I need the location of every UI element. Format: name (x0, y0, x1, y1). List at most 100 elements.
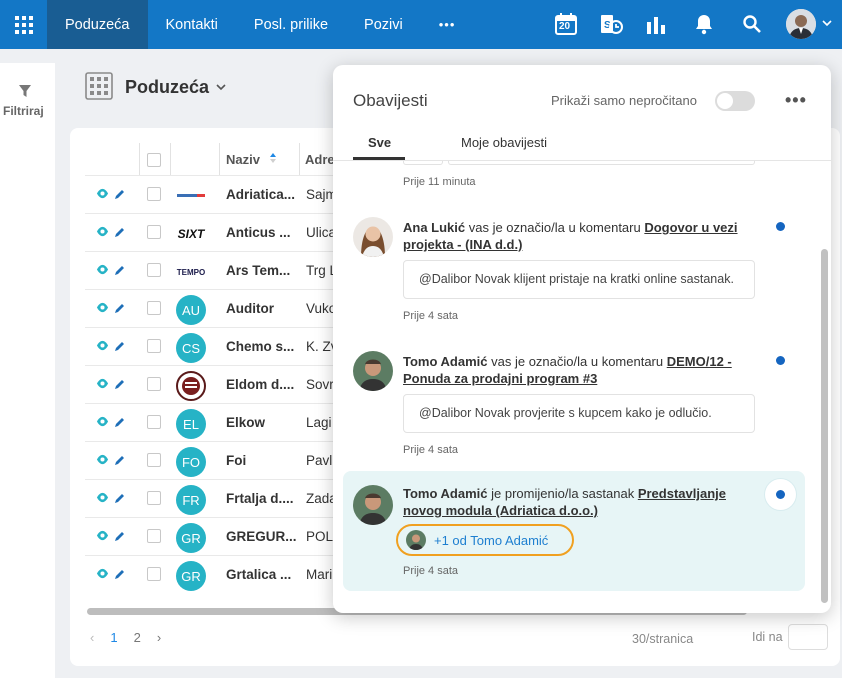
column-divider (139, 143, 140, 175)
tab-contacts[interactable]: Kontakti (148, 0, 236, 49)
tab-opportunities[interactable]: Posl. prilike (236, 0, 346, 49)
table-row[interactable]: FR Frtalja d.... Zada (85, 479, 350, 517)
company-name[interactable]: Anticus ... (226, 225, 291, 240)
table-row[interactable]: SIXT Anticus ... Ulica (85, 213, 350, 251)
view-eye-icon[interactable] (96, 225, 109, 241)
filter-icon[interactable] (18, 84, 32, 101)
notification-time: Prije 11 minuta (403, 176, 476, 188)
unread-indicator[interactable] (776, 356, 785, 365)
table-row[interactable]: GR Grtalica ... Mari (85, 555, 350, 593)
notifications-scrollbar[interactable] (820, 161, 829, 609)
company-name[interactable]: Adriatica... (226, 187, 295, 202)
view-eye-icon[interactable] (96, 377, 109, 393)
page-title[interactable]: Poduzeća (125, 77, 209, 98)
notifications-bell-icon[interactable] (691, 11, 717, 37)
view-eye-icon[interactable] (96, 187, 109, 203)
table-row[interactable]: AU Auditor Vuko (85, 289, 350, 327)
notification-item[interactable]: Tomo Adamić vas je označio/la u komentar… (343, 339, 805, 459)
row-checkbox[interactable] (147, 263, 161, 277)
view-eye-icon[interactable] (96, 301, 109, 317)
mark-read-button[interactable] (765, 479, 796, 510)
chevron-down-icon[interactable] (821, 16, 833, 32)
sort-icon[interactable] (269, 152, 277, 167)
apps-grid-icon[interactable] (0, 0, 47, 49)
company-name[interactable]: Auditor (226, 301, 274, 316)
table-row[interactable]: Eldom d.... Sovr (85, 365, 350, 403)
company-name[interactable]: Grtalica ... (226, 567, 291, 582)
view-eye-icon[interactable] (96, 339, 109, 355)
tab-all[interactable]: Sve (368, 135, 391, 150)
row-checkbox[interactable] (147, 339, 161, 353)
view-eye-icon[interactable] (96, 567, 109, 583)
company-name[interactable]: GREGUR... (226, 529, 297, 544)
company-name[interactable]: Foi (226, 453, 246, 468)
row-checkbox[interactable] (147, 491, 161, 505)
prev-page-button[interactable]: ‹ (90, 630, 94, 645)
row-checkbox[interactable] (147, 377, 161, 391)
column-header-address[interactable]: Adre (305, 143, 335, 175)
edit-pencil-icon[interactable] (114, 301, 126, 317)
calendar-icon[interactable]: 20 (553, 11, 579, 37)
next-page-button[interactable]: › (157, 630, 161, 645)
row-checkbox[interactable] (147, 529, 161, 543)
company-name[interactable]: Elkow (226, 415, 265, 430)
more-options-button[interactable]: ••• (785, 90, 807, 111)
view-eye-icon[interactable] (96, 491, 109, 507)
goto-page-input[interactable] (788, 624, 828, 650)
edit-pencil-icon[interactable] (114, 263, 126, 279)
view-eye-icon[interactable] (96, 453, 109, 469)
row-checkbox[interactable] (147, 415, 161, 429)
row-checkbox[interactable] (147, 301, 161, 315)
row-checkbox[interactable] (147, 187, 161, 201)
edit-pencil-icon[interactable] (114, 491, 126, 507)
column-header-name[interactable]: Naziv (226, 143, 277, 175)
tab-my-notifications[interactable]: Moje obavijesti (461, 135, 547, 150)
company-name[interactable]: Ars Tem... (226, 263, 290, 278)
search-icon[interactable] (739, 11, 765, 37)
page-size-select[interactable]: 30/stranica (632, 632, 693, 646)
company-name[interactable]: Frtalja d.... (226, 491, 294, 506)
view-eye-icon[interactable] (96, 529, 109, 545)
user-avatar[interactable] (786, 9, 816, 39)
chevron-down-icon[interactable] (215, 80, 227, 96)
select-all-checkbox[interactable] (147, 153, 161, 167)
notification-author: Tomo Adamić (403, 486, 488, 501)
page-1-button[interactable]: 1 (110, 630, 117, 645)
table-row[interactable]: Adriatica... Sajm (85, 175, 350, 213)
row-checkbox[interactable] (147, 567, 161, 581)
filter-label[interactable]: Filtriraj (3, 104, 44, 118)
tab-calls[interactable]: Pozivi (346, 0, 421, 49)
edit-pencil-icon[interactable] (114, 453, 126, 469)
table-row[interactable]: GR GREGUR... POL (85, 517, 350, 555)
scrollbar-thumb[interactable] (821, 249, 828, 603)
view-eye-icon[interactable] (96, 263, 109, 279)
notification-item[interactable]: Tomo Adamić je promijenio/la sastanak Pr… (343, 471, 805, 591)
table-row[interactable]: FO Foi Pavl (85, 441, 350, 479)
row-checkbox[interactable] (147, 453, 161, 467)
company-name[interactable]: Chemo s... (226, 339, 294, 354)
edit-pencil-icon[interactable] (114, 567, 126, 583)
company-logo: TEMPO (176, 267, 206, 277)
edit-pencil-icon[interactable] (114, 187, 126, 203)
edit-pencil-icon[interactable] (114, 415, 126, 431)
edit-pencil-icon[interactable] (114, 225, 126, 241)
table-row[interactable]: TEMPO Ars Tem... Trg L (85, 251, 350, 289)
reports-chart-icon[interactable] (643, 11, 669, 37)
tab-companies[interactable]: Poduzeća (47, 0, 148, 49)
notifications-panel: Obavijesti Prikaži samo nepročitano ••• … (333, 65, 831, 613)
calendar-sync-icon[interactable]: S (598, 11, 624, 37)
notification-item[interactable]: Ana Lukić vas je označio/la u komentaru … (343, 205, 805, 325)
edit-pencil-icon[interactable] (114, 377, 126, 393)
view-eye-icon[interactable] (96, 415, 109, 431)
more-tabs-button[interactable]: ••• (421, 0, 474, 49)
table-row[interactable]: CS Chemo s... K. Zv (85, 327, 350, 365)
page-2-button[interactable]: 2 (134, 630, 141, 645)
edit-pencil-icon[interactable] (114, 339, 126, 355)
grouped-notifications-chip[interactable]: +1 od Tomo Adamić (396, 524, 574, 556)
row-checkbox[interactable] (147, 225, 161, 239)
unread-only-toggle[interactable] (715, 91, 755, 111)
table-row[interactable]: EL Elkow Lagi (85, 403, 350, 441)
company-name[interactable]: Eldom d.... (226, 377, 294, 392)
edit-pencil-icon[interactable] (114, 529, 126, 545)
unread-indicator[interactable] (776, 222, 785, 231)
